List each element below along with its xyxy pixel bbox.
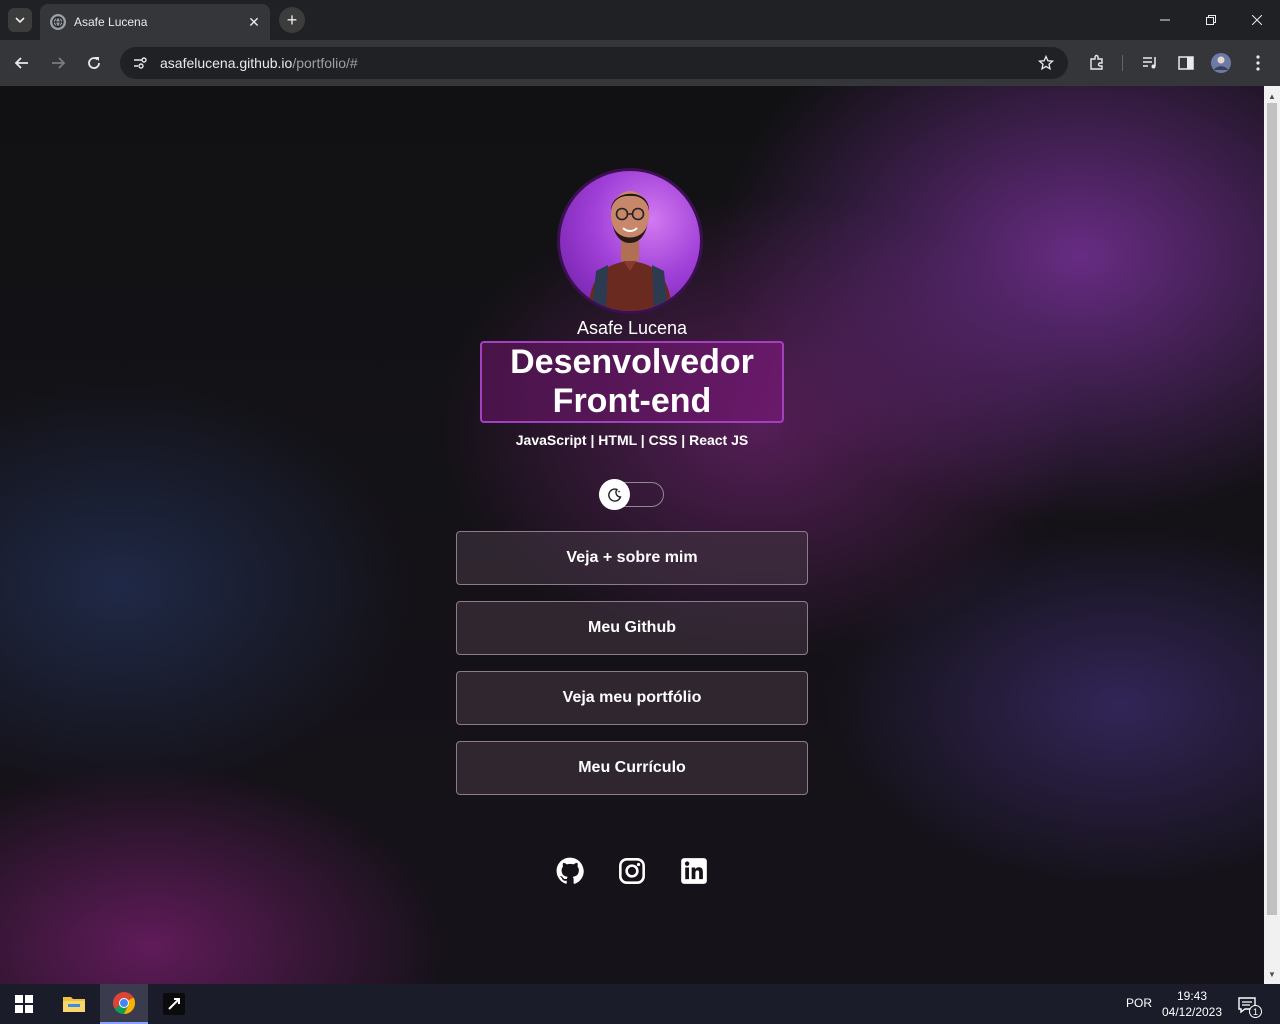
instagram-icon xyxy=(619,858,645,884)
folder-icon xyxy=(63,997,85,1012)
restore-icon xyxy=(1206,15,1216,25)
close-icon xyxy=(1252,15,1262,25)
url-path: /portfolio/# xyxy=(292,55,358,71)
side-panel-button[interactable] xyxy=(1174,51,1198,75)
close-window-button[interactable] xyxy=(1234,0,1280,40)
address-bar[interactable]: asafelucena.github.io/portfolio/# xyxy=(120,47,1068,79)
profile-avatar-button[interactable] xyxy=(1209,51,1233,75)
person-illustration xyxy=(588,191,672,311)
linkedin-link[interactable] xyxy=(679,856,709,886)
close-tab-icon[interactable]: ✕ xyxy=(246,14,262,30)
input-language[interactable]: POR xyxy=(1126,996,1152,1010)
scroll-down-arrow[interactable]: ▼ xyxy=(1264,966,1280,982)
role-title-line2: Front-end xyxy=(552,382,712,420)
chrome-icon xyxy=(113,992,135,1014)
url-host: asafelucena.github.io xyxy=(160,55,293,71)
back-button[interactable] xyxy=(8,49,36,77)
resume-button[interactable]: Meu Currículo xyxy=(456,741,808,795)
browser-menu-button[interactable] xyxy=(1246,51,1270,75)
moon-icon xyxy=(607,487,621,502)
chevron-down-icon xyxy=(15,17,25,24)
profile-avatar-icon xyxy=(1211,53,1231,73)
url-text: asafelucena.github.io/portfolio/# xyxy=(160,55,358,71)
scroll-up-arrow[interactable]: ▲ xyxy=(1264,88,1280,104)
skills-list: JavaScript | HTML | CSS | React JS xyxy=(515,432,749,448)
browser-toolbar: asafelucena.github.io/portfolio/# xyxy=(0,40,1280,86)
clock-time: 19:43 xyxy=(1176,989,1208,1003)
profile-name: Asafe Lucena xyxy=(576,318,688,338)
bookmark-star-icon[interactable] xyxy=(1038,55,1054,71)
theme-toggle[interactable] xyxy=(599,479,664,510)
github-icon xyxy=(556,857,584,884)
page-viewport: Asafe Lucena Desenvolvedor Front-end Jav… xyxy=(0,86,1264,984)
file-explorer-taskbar-item[interactable] xyxy=(50,984,98,1024)
windows-taskbar: POR 19:43 04/12/2023 1 xyxy=(0,984,1280,1024)
notification-count-badge: 1 xyxy=(1249,1005,1262,1018)
notification-center-button[interactable]: 1 xyxy=(1236,994,1262,1018)
instagram-link[interactable] xyxy=(617,856,647,886)
role-title-line1: Desenvolvedor xyxy=(510,343,754,381)
tab-search-button[interactable] xyxy=(8,8,32,32)
reload-button[interactable] xyxy=(80,49,108,77)
about-me-button[interactable]: Veja + sobre mim xyxy=(456,531,808,585)
chrome-taskbar-item[interactable] xyxy=(100,984,148,1024)
site-settings-icon[interactable] xyxy=(132,55,148,71)
forward-button[interactable] xyxy=(44,49,72,77)
portfolio-button[interactable]: Veja meu portfólio xyxy=(456,671,808,725)
restore-button[interactable] xyxy=(1188,0,1234,40)
playlist-icon xyxy=(1143,57,1156,69)
github-link[interactable] xyxy=(555,856,585,886)
browser-tab-bar: Asafe Lucena ✕ + xyxy=(0,0,1280,40)
theme-toggle-knob xyxy=(599,479,630,510)
profile-photo xyxy=(557,168,703,314)
github-button[interactable]: Meu Github xyxy=(456,601,808,655)
app-taskbar-item[interactable] xyxy=(150,984,198,1024)
globe-icon xyxy=(50,14,66,30)
linkedin-icon xyxy=(681,858,707,884)
toolbar-divider xyxy=(1122,55,1123,71)
puzzle-icon xyxy=(1090,54,1103,70)
reload-icon xyxy=(88,57,100,69)
arrow-left-icon xyxy=(14,57,28,69)
minimize-button[interactable] xyxy=(1142,0,1188,40)
role-title-box: Desenvolvedor Front-end xyxy=(480,341,784,423)
minimize-icon xyxy=(1160,19,1170,21)
page-scrollbar[interactable]: ▲ ▼ xyxy=(1264,86,1280,984)
tab-title: Asafe Lucena xyxy=(74,15,148,29)
arrow-right-icon xyxy=(52,57,66,69)
clock-date: 04/12/2023 xyxy=(1161,1005,1223,1019)
extensions-button[interactable] xyxy=(1085,51,1109,75)
more-vertical-icon xyxy=(1256,55,1260,71)
side-panel-icon xyxy=(1178,56,1194,70)
browser-tab[interactable]: Asafe Lucena ✕ xyxy=(40,4,270,40)
start-button[interactable] xyxy=(0,984,48,1024)
app-icon xyxy=(163,993,185,1015)
new-tab-button[interactable]: + xyxy=(279,7,305,33)
windows-logo-icon xyxy=(15,995,33,1013)
scrollbar-thumb[interactable] xyxy=(1267,103,1277,915)
media-control-button[interactable] xyxy=(1138,51,1162,75)
system-clock[interactable]: 19:43 04/12/2023 xyxy=(1160,988,1224,1020)
